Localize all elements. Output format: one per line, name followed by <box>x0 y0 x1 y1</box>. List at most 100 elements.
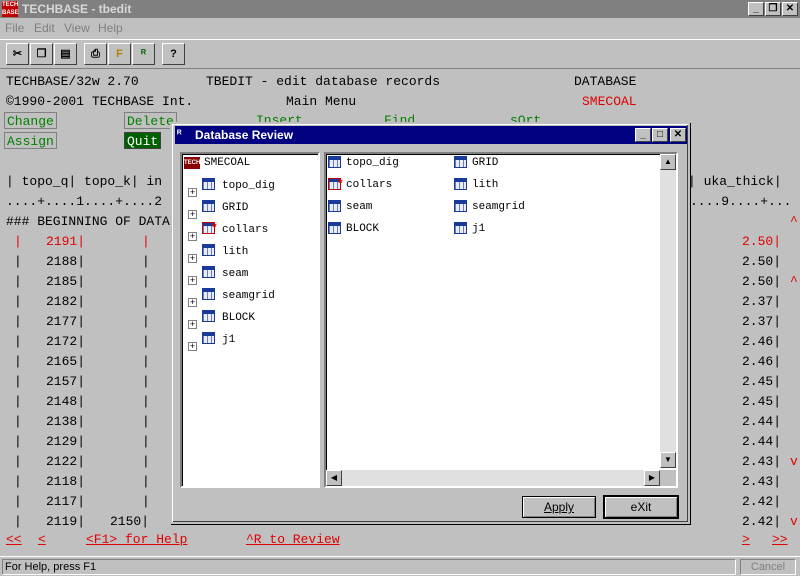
table-cell-topo-k[interactable]: | <box>142 314 150 329</box>
edit-button[interactable]: F <box>108 43 131 65</box>
apply-button[interactable]: Apply <box>522 496 596 518</box>
table-cell-topo-q[interactable]: 2177| <box>46 314 85 329</box>
delete-button[interactable]: Delete <box>124 112 177 129</box>
table-cell-uka-thick[interactable]: 2.50| <box>742 254 781 269</box>
vertical-scrollbar[interactable] <box>660 154 676 468</box>
table-cell-uka-thick[interactable]: 2.37| <box>742 314 781 329</box>
paste-button[interactable]: ▤ <box>54 43 77 65</box>
dialog-maximize-button[interactable]: □ <box>652 128 668 142</box>
menu-view[interactable]: View <box>64 21 90 35</box>
table-cell-topo-q[interactable]: 2182| <box>46 294 85 309</box>
table-cell-topo-q[interactable]: 2118| <box>46 474 85 489</box>
dialog-minimize-button[interactable]: _ <box>635 128 651 142</box>
table-cell-topo-k[interactable]: | <box>142 254 150 269</box>
tree-expander[interactable]: + <box>188 210 197 219</box>
menu-file[interactable]: File <box>5 21 24 35</box>
print-button[interactable]: ⎙ <box>84 43 107 65</box>
table-cell-uka-thick[interactable]: 2.44| <box>742 434 781 449</box>
table-list-item[interactable]: j1 <box>472 223 485 235</box>
table-cell-topo-q[interactable]: 2188| <box>46 254 85 269</box>
table-cell-topo-q[interactable]: 2129| <box>46 434 85 449</box>
tree-item-label[interactable]: seamgrid <box>222 290 275 302</box>
menu-edit[interactable]: Edit <box>34 21 55 35</box>
scroll-down-mark-2[interactable]: v <box>790 514 798 529</box>
tree-item-label[interactable]: topo_dig <box>222 180 275 192</box>
table-cell-uka-thick[interactable]: 2.50| <box>742 234 781 249</box>
table-cell-topo-q[interactable]: 2119| <box>46 514 85 529</box>
prev-page-link[interactable]: < <box>38 532 46 547</box>
table-cell-uka-thick[interactable]: 2.45| <box>742 394 781 409</box>
table-cell-uka-thick[interactable]: 2.42| <box>742 514 781 529</box>
table-cell-topo-q[interactable]: 2138| <box>46 414 85 429</box>
help-button[interactable]: ? <box>162 43 185 65</box>
scroll-up-mark-2[interactable]: ^ <box>790 274 798 289</box>
table-cell-topo-q[interactable]: 2185| <box>46 274 85 289</box>
table-cell-uka-thick[interactable]: 2.46| <box>742 334 781 349</box>
table-cell-topo-q[interactable]: 2157| <box>46 374 85 389</box>
table-cell-topo-k[interactable]: 2150| <box>110 514 149 529</box>
table-cell-uka-thick[interactable]: 2.42| <box>742 494 781 509</box>
table-cell-uka-thick[interactable]: 2.46| <box>742 354 781 369</box>
table-cell-topo-k[interactable]: | <box>142 494 150 509</box>
database-tree[interactable]: TECH SMECOAL + topo_dig + GRID + * collars + lit… <box>180 152 320 488</box>
table-list-item[interactable]: topo_dig <box>346 157 399 169</box>
horizontal-scrollbar[interactable] <box>326 470 660 486</box>
table-cell-topo-q[interactable]: 2191| <box>46 234 85 249</box>
tree-expander[interactable]: + <box>188 232 197 241</box>
table-cell-topo-k[interactable]: | <box>142 334 150 349</box>
help-link[interactable]: <F1> for Help <box>86 532 187 547</box>
menu-help[interactable]: Help <box>98 21 123 35</box>
table-list-item[interactable]: seamgrid <box>472 201 525 213</box>
table-cell-topo-k[interactable]: | <box>142 454 150 469</box>
exit-button[interactable]: eXit <box>604 496 678 518</box>
tree-expander[interactable]: + <box>188 298 197 307</box>
tree-item-label[interactable]: collars <box>222 224 268 236</box>
table-list-item[interactable]: GRID <box>472 157 498 169</box>
review-link[interactable]: ^R to Review <box>246 532 340 547</box>
tree-expander[interactable]: + <box>188 188 197 197</box>
review-button[interactable]: ᴿ <box>132 43 155 65</box>
table-cell-uka-thick[interactable]: 2.43| <box>742 474 781 489</box>
scroll-right-button[interactable]: ▶ <box>644 470 660 486</box>
copy-button[interactable]: ❐ <box>30 43 53 65</box>
tree-expander[interactable]: + <box>188 276 197 285</box>
table-cell-topo-k[interactable]: | <box>142 374 150 389</box>
table-cell-topo-q[interactable]: 2117| <box>46 494 85 509</box>
table-cell-topo-q[interactable]: 2148| <box>46 394 85 409</box>
tree-expander[interactable]: + <box>188 342 197 351</box>
tree-item-label[interactable]: lith <box>222 246 248 258</box>
techbase-app-icon[interactable]: TECH BASE <box>2 1 19 17</box>
tree-expander[interactable]: + <box>188 254 197 263</box>
table-cell-topo-k[interactable]: | <box>142 394 150 409</box>
table-cell-uka-thick[interactable]: 2.37| <box>742 294 781 309</box>
change-button[interactable]: Change <box>4 112 57 129</box>
tree-item-label[interactable]: j1 <box>222 334 235 346</box>
table-list-item[interactable]: BLOCK <box>346 223 379 235</box>
table-cell-topo-k[interactable]: | <box>142 354 150 369</box>
table-list[interactable]: topo_dig * collars seam BLOCK GRID lith seamgri… <box>324 152 678 488</box>
scroll-up-button[interactable]: ▲ <box>660 154 676 170</box>
table-cell-topo-k[interactable]: | <box>142 474 150 489</box>
last-page-link[interactable]: >> <box>772 532 788 547</box>
table-cell-uka-thick[interactable]: 2.50| <box>742 274 781 289</box>
cancel-status-button[interactable]: Cancel <box>740 559 796 575</box>
scroll-down-button[interactable]: ▼ <box>660 452 676 468</box>
scroll-down-mark[interactable]: v <box>790 454 798 469</box>
minimize-button[interactable]: _ <box>748 2 764 16</box>
tree-item-label[interactable]: seam <box>222 268 248 280</box>
restore-button[interactable]: ❐ <box>765 2 781 16</box>
table-cell-topo-k[interactable]: | <box>142 234 150 249</box>
assign-button[interactable]: Assign <box>4 132 57 149</box>
table-list-item[interactable]: seam <box>346 201 372 213</box>
table-cell-topo-k[interactable]: | <box>142 274 150 289</box>
table-cell-uka-thick[interactable]: 2.44| <box>742 414 781 429</box>
first-page-link[interactable]: << <box>6 532 22 547</box>
tree-expander[interactable]: + <box>188 320 197 329</box>
table-cell-topo-q[interactable]: 2165| <box>46 354 85 369</box>
quit-button[interactable]: Quit <box>124 132 162 149</box>
scroll-up-mark[interactable]: ^ <box>790 214 798 229</box>
table-cell-topo-k[interactable]: | <box>142 414 150 429</box>
table-cell-topo-q[interactable]: 2122| <box>46 454 85 469</box>
table-cell-uka-thick[interactable]: 2.45| <box>742 374 781 389</box>
next-page-link[interactable]: > <box>742 532 750 547</box>
